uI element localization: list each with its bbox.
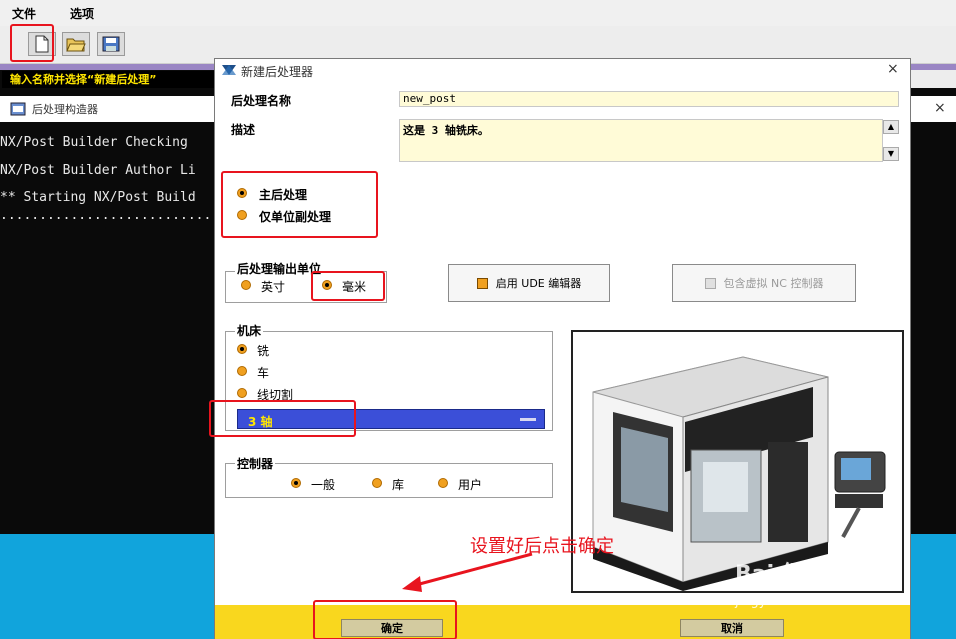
virtual-nc-label: 包含虚拟 NC 控制器	[723, 277, 824, 290]
console-line: ...............................	[0, 208, 243, 223]
axis-select-value: 3 轴	[248, 415, 273, 429]
radio-controller-user[interactable]	[438, 478, 448, 488]
save-icon	[102, 36, 120, 52]
nx-logo-icon	[222, 65, 236, 75]
annotation-arrow	[402, 552, 533, 592]
radio-unit-only-post[interactable]	[237, 210, 247, 220]
radio-controller-library[interactable]	[372, 478, 382, 488]
units-label: 后处理输出单位	[235, 260, 324, 277]
menu-options[interactable]: 选项	[70, 5, 94, 22]
radio-inch[interactable]	[241, 280, 251, 290]
dialog-footer: 确定 取消	[215, 605, 910, 639]
controller-library-label: 库	[392, 478, 405, 492]
main-post-label: 主后处理	[259, 188, 308, 202]
controller-user-label: 用户	[458, 478, 483, 492]
mm-label: 毫米	[342, 280, 367, 294]
radio-mm[interactable]	[322, 280, 332, 290]
machine-preview-image	[571, 330, 904, 593]
description-textarea[interactable]: 这是 3 轴铣床。	[399, 119, 883, 162]
unit-only-post-label: 仅单位副处理	[259, 210, 332, 224]
controller-generic-label: 一般	[311, 478, 336, 492]
new-file-icon	[35, 35, 49, 53]
lathe-label: 车	[257, 366, 270, 380]
radio-controller-generic[interactable]	[291, 478, 301, 488]
ude-checkbox-icon	[476, 277, 488, 289]
scroll-down-icon[interactable]: ▼	[883, 147, 899, 161]
console-line: NX/Post Builder Checking	[0, 135, 188, 150]
post-name-label: 后处理名称	[231, 94, 292, 108]
dialog-close-icon[interactable]: ×	[887, 61, 899, 77]
ok-button[interactable]: 确定	[341, 619, 443, 637]
radio-wire-edm[interactable]	[237, 388, 247, 398]
app-icon	[10, 102, 26, 116]
wire-edm-label: 线切割	[257, 388, 294, 402]
menu-bar: 文件 选项	[0, 0, 956, 26]
axis-select[interactable]: 3 轴	[237, 409, 545, 429]
cancel-button[interactable]: 取消	[680, 619, 784, 637]
virtual-nc-button[interactable]: 包含虚拟 NC 控制器	[672, 264, 856, 302]
ude-editor-label: 启用 UDE 编辑器	[495, 277, 582, 290]
baidu-watermark-url: jingyan.baidu.com	[735, 594, 855, 609]
new-file-button[interactable]	[28, 32, 56, 56]
machine-label: 机床	[235, 322, 264, 339]
save-file-button[interactable]	[97, 32, 125, 56]
controller-label: 控制器	[235, 455, 276, 472]
radio-mill[interactable]	[237, 344, 247, 354]
virtual-nc-checkbox-icon	[704, 277, 716, 289]
dropdown-icon	[520, 418, 536, 421]
cnc-machine-illustration	[592, 356, 886, 591]
open-folder-icon	[66, 38, 86, 52]
background-close-icon[interactable]: ×	[934, 100, 946, 116]
ude-editor-button[interactable]: 启用 UDE 编辑器	[448, 264, 610, 302]
description-label: 描述	[231, 123, 256, 137]
hint-bar: 输入名称并选择“新建后处理”	[2, 71, 216, 88]
inch-label: 英寸	[261, 280, 286, 294]
baidu-watermark: Bai 经验	[735, 562, 826, 587]
console-line: NX/Post Builder Author Li	[0, 163, 196, 178]
radio-lathe[interactable]	[237, 366, 247, 376]
mill-label: 铣	[257, 344, 270, 358]
radio-main-post[interactable]	[237, 188, 247, 198]
menu-file[interactable]: 文件	[12, 5, 36, 22]
toolbar-edge	[910, 70, 956, 88]
post-name-input[interactable]: new_post	[399, 91, 899, 107]
console-line: ** Starting NX/Post Build	[0, 190, 196, 205]
open-file-button[interactable]	[62, 32, 90, 56]
dialog-title: 新建后处理器	[241, 65, 314, 79]
scroll-up-icon[interactable]: ▲	[883, 120, 899, 134]
background-window-title: 后处理构造器	[32, 103, 98, 116]
